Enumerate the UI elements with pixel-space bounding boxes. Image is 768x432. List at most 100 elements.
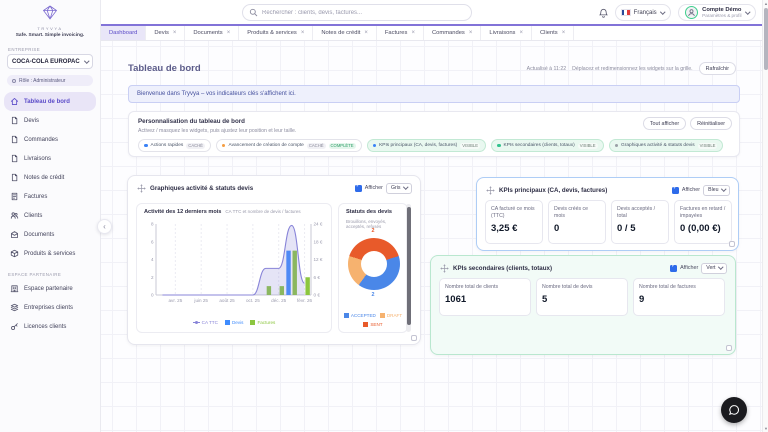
tab-close-icon[interactable]: × <box>301 30 305 36</box>
legend-marker-icon <box>193 322 200 323</box>
sidebar-item-produits-services[interactable]: Produits & services <box>4 244 96 263</box>
scroll-down-icon[interactable]: ▼ <box>763 426 768 431</box>
brand-tagline: Safe. Smart. Simple invoicing. <box>0 33 100 38</box>
chat-button[interactable] <box>721 397 747 423</box>
kpi-card-factures-retard: Factures en retard / impayées 0 (0,00 €) <box>674 200 732 244</box>
svg-text:août 25: août 25 <box>219 298 235 303</box>
sidebar-item-espace-partenaire[interactable]: Espace partenaire <box>4 279 96 298</box>
status-dot-icon <box>373 144 377 148</box>
chip-avancement-creation[interactable]: Avancement de création de compte CACHÉ C… <box>216 139 362 152</box>
kpi-card-devis-crees: Devis créés ce mois 0 <box>548 200 606 244</box>
global-search[interactable] <box>242 4 472 21</box>
language-selector[interactable]: Français <box>615 4 672 21</box>
tab-close-icon[interactable]: × <box>364 30 368 36</box>
tab-factures[interactable]: Factures× <box>377 26 424 40</box>
scrollbar-thumb[interactable] <box>764 8 768 70</box>
status-donut-chart <box>348 238 400 290</box>
legend-marker-icon <box>225 320 230 325</box>
envelope-icon <box>10 230 19 239</box>
status-donut-card: Statuts des devis Brouillons, envoyés, a… <box>338 203 408 333</box>
show-checkbox[interactable] <box>355 185 362 192</box>
kpi-value: 3,25 € <box>491 223 537 234</box>
show-checkbox[interactable] <box>670 265 677 272</box>
sidebar-item-commandes[interactable]: Commandes <box>4 130 96 149</box>
show-checkbox[interactable] <box>672 187 679 194</box>
chip-graphiques[interactable]: Graphiques activité & statuts devis VISI… <box>609 139 724 152</box>
tab-clients[interactable]: Clients× <box>532 26 574 40</box>
chip-kpis-secondaires[interactable]: KPIs secondaires (clients, totaux) VISIB… <box>491 139 604 152</box>
tab-close-icon[interactable]: × <box>562 30 566 36</box>
window-scrollbar[interactable]: ▲ ▼ <box>762 0 768 432</box>
tab-devis[interactable]: Devis× <box>146 26 185 40</box>
status-dot-icon <box>222 144 226 148</box>
tab-documents[interactable]: Documents× <box>185 26 239 40</box>
widget-scrollbar[interactable] <box>406 204 411 332</box>
scroll-up-icon[interactable]: ▲ <box>763 1 768 6</box>
svg-text:12 €: 12 € <box>314 257 323 262</box>
app-window: TRYVYA Safe. Smart. Simple invoicing. EN… <box>0 0 768 432</box>
sidebar-item-notes-de-credit[interactable]: Notes de crédit <box>4 168 96 187</box>
kpi-card-ca-facture: CA facturé ce mois (TTC) 3,25 € <box>485 200 543 244</box>
chip-kpis-principaux[interactable]: KPIs principaux (CA, devis, factures) VI… <box>367 139 486 152</box>
sidebar-item-documents[interactable]: Documents <box>4 225 96 244</box>
tab-dashboard[interactable]: Dashboard <box>101 26 146 40</box>
language-label: Français <box>634 10 657 16</box>
tab-commandes[interactable]: Commandes× <box>424 26 481 40</box>
sidebar-item-clients[interactable]: Clients <box>4 206 96 225</box>
sidebar-item-licences-clients[interactable]: Licences clients <box>4 317 96 336</box>
svg-text:avr. 25: avr. 25 <box>168 298 182 303</box>
chip-actions-rapides[interactable]: Actions rapides CACHÉ <box>138 139 211 152</box>
resize-handle[interactable] <box>411 335 417 341</box>
svg-text:6 €: 6 € <box>314 275 321 280</box>
color-select[interactable]: Bleu <box>703 185 730 196</box>
notifications-bell-icon[interactable] <box>599 8 608 18</box>
legend-marker-icon <box>344 313 349 318</box>
reset-button[interactable]: Réinitialiser <box>690 117 732 130</box>
search-input[interactable] <box>262 10 465 16</box>
move-handle-icon[interactable] <box>137 184 146 193</box>
refresh-button[interactable]: Rafraîchir <box>699 62 736 75</box>
legend-marker-icon <box>363 322 368 327</box>
resize-handle[interactable] <box>726 345 732 351</box>
chevron-down-icon <box>718 265 723 270</box>
resize-handle[interactable] <box>729 241 735 247</box>
box-icon <box>10 249 19 258</box>
show-all-button[interactable]: Tout afficher <box>643 117 686 130</box>
tab-produits-services[interactable]: Produits & services× <box>239 26 313 40</box>
account-menu[interactable]: Compte Démo Paramètres & profil <box>678 4 756 21</box>
tab-close-icon[interactable]: × <box>519 30 523 36</box>
sidebar-item-devis[interactable]: Devis <box>4 111 96 130</box>
topbar: Français Compte Démo Paramètres & profil <box>101 0 768 26</box>
layers-icon <box>10 303 19 312</box>
invoice-icon <box>10 192 19 201</box>
tab-livraisons[interactable]: Livraisons× <box>481 26 532 40</box>
tab-bar: Dashboard Devis× Documents× Produits & s… <box>101 26 762 41</box>
tab-close-icon[interactable]: × <box>469 30 473 36</box>
widget-kpi-primary: KPIs principaux (CA, devis, factures) Af… <box>476 177 739 251</box>
role-dot-icon <box>12 79 16 83</box>
chevron-down-icon <box>84 58 89 63</box>
tab-close-icon[interactable]: × <box>173 30 177 36</box>
move-handle-icon[interactable] <box>486 186 495 195</box>
move-handle-icon[interactable] <box>440 264 449 273</box>
kpi-value: 1061 <box>445 294 525 305</box>
tab-notes-de-credit[interactable]: Notes de crédit× <box>313 26 377 40</box>
tab-close-icon[interactable]: × <box>227 30 231 36</box>
chevron-down-icon <box>721 187 726 192</box>
sidebar-item-tableau-de-bord[interactable]: Tableau de bord <box>4 92 96 111</box>
sidebar-item-factures[interactable]: Factures <box>4 187 96 206</box>
color-select[interactable]: Gris <box>386 183 412 194</box>
kpi-value: 0 (0,00 €) <box>680 223 726 234</box>
scrollbar-thumb[interactable] <box>407 207 411 325</box>
company-select[interactable]: COCA-COLA EUROPAC <box>7 54 93 69</box>
sidebar-item-entreprises-clients[interactable]: Entreprises clients <box>4 298 96 317</box>
sidebar-item-livraisons[interactable]: Livraisons <box>4 149 96 168</box>
widget-title: Graphiques activité & statuts devis <box>150 185 253 192</box>
activity-chart-legend: CA TTCDevisFactures <box>137 320 331 325</box>
updated-at: Actualisé à 11:22 <box>527 66 566 72</box>
tab-close-icon[interactable]: × <box>411 30 415 36</box>
sidebar-collapse-button[interactable]: ‹ <box>97 219 112 234</box>
color-select[interactable]: Vert <box>701 263 727 274</box>
role-badge: Rôle : Administrateur <box>7 75 93 86</box>
brand-logo: TRYVYA Safe. Smart. Simple invoicing. <box>0 0 100 38</box>
